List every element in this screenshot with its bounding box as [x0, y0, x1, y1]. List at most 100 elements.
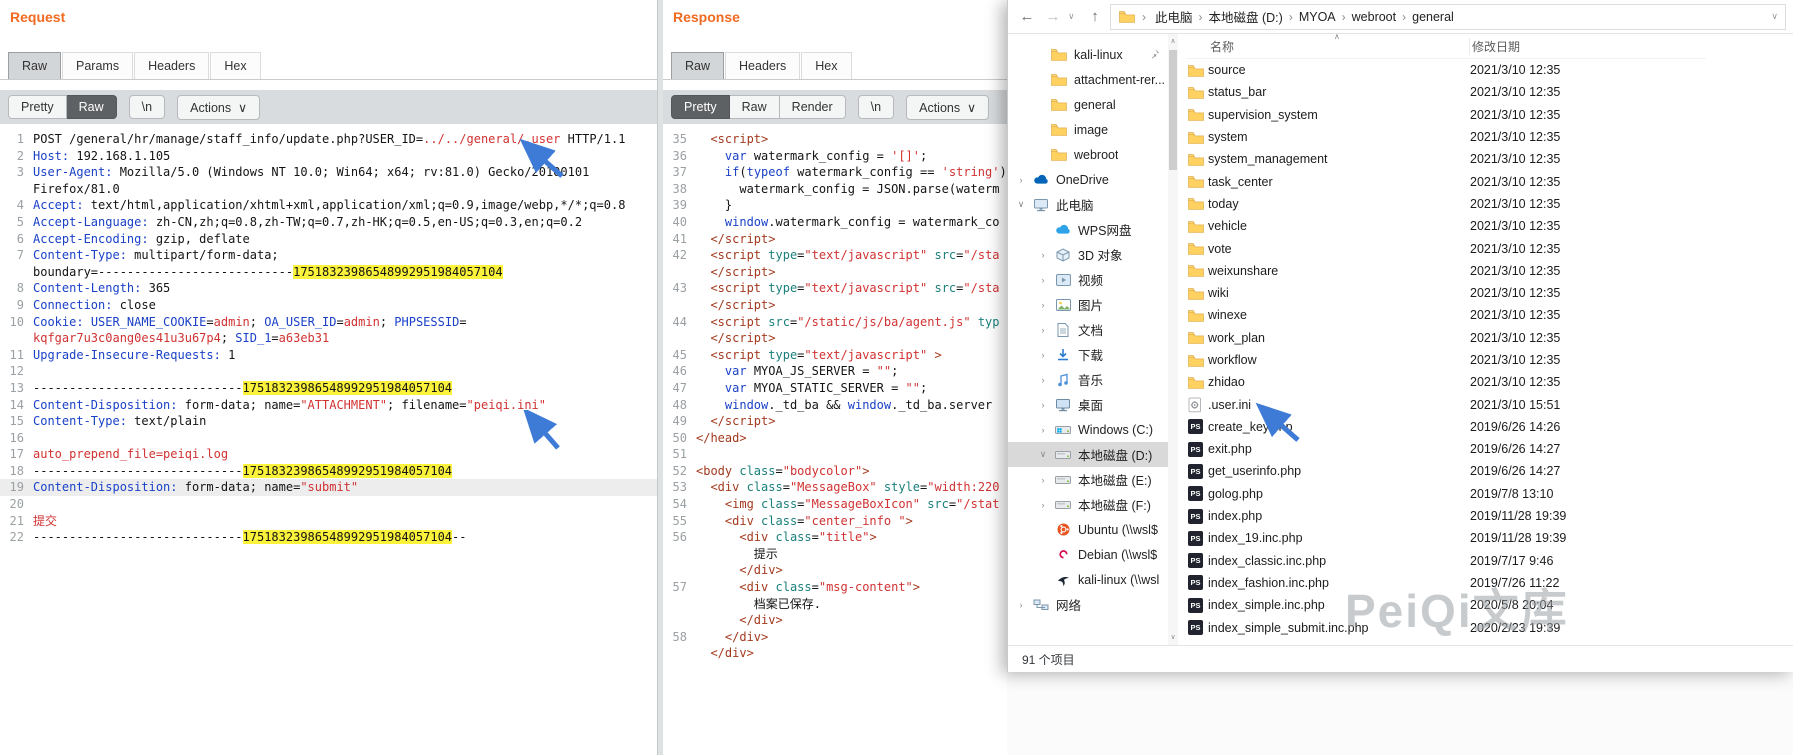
file-row[interactable]: PSindex_fashion.inc.php2019/7/26 11:22: [1186, 572, 1706, 594]
sidebar-item[interactable]: Debian (\\wsl$: [1008, 542, 1168, 567]
expander-icon[interactable]: ›: [1038, 475, 1048, 485]
file-row[interactable]: PScreate_key.php2019/6/26 14:26: [1186, 416, 1706, 438]
file-row[interactable]: today2021/3/10 12:35: [1186, 193, 1706, 215]
expander-icon[interactable]: ›: [1038, 325, 1048, 335]
sidebar-item[interactable]: ›文档: [1008, 317, 1168, 342]
sidebar-item[interactable]: image: [1008, 117, 1168, 142]
column-header-name[interactable]: 名称: [1186, 38, 1470, 55]
file-row[interactable]: PSindex_19.inc.php2019/11/28 19:39: [1186, 527, 1706, 549]
btn-raw[interactable]: Raw: [67, 95, 117, 119]
sidebar-item[interactable]: ›3D 对象: [1008, 242, 1168, 267]
file-row[interactable]: .user.ini2021/3/10 15:51: [1186, 393, 1706, 415]
sidebar-item[interactable]: kali-linux (\\wsl: [1008, 567, 1168, 592]
sidebar-item[interactable]: ›网络: [1008, 592, 1168, 617]
file-row[interactable]: PSexit.php2019/6/26 14:27: [1186, 438, 1706, 460]
file-row[interactable]: PSindex_simple.inc.php2020/5/8 20:04: [1186, 594, 1706, 616]
btn-pretty[interactable]: Pretty: [671, 95, 730, 119]
sidebar-item[interactable]: ›Windows (C:): [1008, 417, 1168, 442]
sidebar-item[interactable]: ›视频: [1008, 267, 1168, 292]
expander-icon[interactable]: ›: [1016, 600, 1026, 610]
line-number: 39: [663, 197, 696, 214]
file-row[interactable]: PSget_userinfo.php2019/6/26 14:27: [1186, 460, 1706, 482]
address-bar[interactable]: › 此电脑›本地磁盘 (D:)›MYOA›webroot›general ∨: [1110, 4, 1786, 30]
file-row[interactable]: system_management2021/3/10 12:35: [1186, 148, 1706, 170]
breadcrumb-item[interactable]: 此电脑: [1152, 7, 1196, 26]
scrollbar-thumb[interactable]: [1169, 50, 1177, 170]
file-row[interactable]: weixunshare2021/3/10 12:35: [1186, 260, 1706, 282]
file-row[interactable]: vehicle2021/3/10 12:35: [1186, 215, 1706, 237]
file-row[interactable]: supervision_system2021/3/10 12:35: [1186, 104, 1706, 126]
btn-newline[interactable]: \n: [858, 95, 894, 119]
tab-raw[interactable]: Raw: [671, 52, 724, 79]
sidebar-item[interactable]: WPS网盘: [1008, 217, 1168, 242]
file-row[interactable]: PSindex_simple_submit.inc.php2020/2/23 1…: [1186, 616, 1706, 638]
sidebar-item[interactable]: kali-linux: [1008, 42, 1168, 67]
expander-icon[interactable]: ›: [1038, 500, 1048, 510]
expander-icon[interactable]: ∨: [1016, 199, 1026, 210]
scroll-down-icon[interactable]: ∨: [1168, 632, 1178, 644]
file-row[interactable]: PSindex.php2019/11/28 19:39: [1186, 505, 1706, 527]
sidebar-item[interactable]: webroot: [1008, 142, 1168, 167]
up-icon[interactable]: ↑: [1084, 8, 1106, 25]
request-editor[interactable]: 1POST /general/hr/manage/staff_info/upda…: [0, 124, 657, 755]
sidebar-item[interactable]: Ubuntu (\\wsl$: [1008, 517, 1168, 542]
column-header-date[interactable]: 修改日期: [1470, 38, 1706, 55]
sidebar-item[interactable]: ∨本地磁盘 (D:): [1008, 442, 1168, 467]
expander-icon[interactable]: ›: [1038, 250, 1048, 260]
tab-headers[interactable]: Headers: [134, 52, 209, 79]
breadcrumb-item[interactable]: webroot: [1349, 10, 1399, 24]
btn-actions[interactable]: Actions ∨: [906, 95, 989, 120]
expander-icon[interactable]: ›: [1038, 375, 1048, 385]
tab-params[interactable]: Params: [62, 52, 133, 79]
file-row[interactable]: zhidao2021/3/10 12:35: [1186, 371, 1706, 393]
btn-newline[interactable]: \n: [129, 95, 165, 119]
sidebar-item[interactable]: general: [1008, 92, 1168, 117]
line-number: 9: [0, 297, 33, 314]
tab-hex[interactable]: Hex: [801, 52, 851, 79]
breadcrumb-item[interactable]: MYOA: [1296, 10, 1339, 24]
forward-icon[interactable]: →: [1042, 8, 1064, 25]
sidebar-item[interactable]: ›本地磁盘 (F:): [1008, 492, 1168, 517]
history-dropdown-icon[interactable]: ∨: [1068, 11, 1080, 22]
sidebar-item[interactable]: ›音乐: [1008, 367, 1168, 392]
expander-icon[interactable]: ›: [1038, 300, 1048, 310]
file-row[interactable]: task_center2021/3/10 12:35: [1186, 170, 1706, 192]
sidebar-scrollbar[interactable]: ∧ ∨: [1168, 34, 1178, 646]
expander-icon[interactable]: ›: [1038, 275, 1048, 285]
btn-raw[interactable]: Raw: [730, 95, 780, 119]
breadcrumb-item[interactable]: 本地磁盘 (D:): [1206, 7, 1286, 26]
file-row[interactable]: status_bar2021/3/10 12:35: [1186, 81, 1706, 103]
file-row[interactable]: PSgolog.php2019/7/8 13:10: [1186, 483, 1706, 505]
expander-icon[interactable]: ›: [1016, 175, 1026, 185]
response-editor[interactable]: 35 <script>36 var watermark_config = '[]…: [663, 124, 1007, 755]
breadcrumb-item[interactable]: general: [1409, 10, 1457, 24]
btn-render[interactable]: Render: [780, 95, 846, 119]
file-row[interactable]: winexe2021/3/10 12:35: [1186, 304, 1706, 326]
btn-pretty[interactable]: Pretty: [8, 95, 67, 119]
file-row[interactable]: workflow2021/3/10 12:35: [1186, 349, 1706, 371]
sidebar-item[interactable]: ›桌面: [1008, 392, 1168, 417]
file-row[interactable]: work_plan2021/3/10 12:35: [1186, 327, 1706, 349]
expander-icon[interactable]: ›: [1038, 350, 1048, 360]
sidebar-item[interactable]: attachment-rer...: [1008, 67, 1168, 92]
file-row[interactable]: system2021/3/10 12:35: [1186, 126, 1706, 148]
tab-raw[interactable]: Raw: [8, 52, 61, 79]
expander-icon[interactable]: ∨: [1038, 449, 1048, 460]
sidebar-item[interactable]: ›本地磁盘 (E:): [1008, 467, 1168, 492]
btn-actions[interactable]: Actions ∨: [177, 95, 260, 120]
expander-icon[interactable]: ›: [1038, 425, 1048, 435]
sidebar-item[interactable]: ›OneDrive: [1008, 167, 1168, 192]
sidebar-item[interactable]: ›图片: [1008, 292, 1168, 317]
tab-hex[interactable]: Hex: [210, 52, 260, 79]
file-row[interactable]: PSindex_classic.inc.php2019/7/17 9:46: [1186, 550, 1706, 572]
address-dropdown-icon[interactable]: ∨: [1771, 11, 1778, 22]
file-row[interactable]: source2021/3/10 12:35: [1186, 59, 1706, 81]
back-icon[interactable]: ←: [1016, 8, 1038, 25]
file-row[interactable]: wiki2021/3/10 12:35: [1186, 282, 1706, 304]
file-row[interactable]: vote2021/3/10 12:35: [1186, 237, 1706, 259]
tab-headers[interactable]: Headers: [725, 52, 800, 79]
scroll-up-icon[interactable]: ∧: [1168, 36, 1178, 48]
sidebar-item[interactable]: ›下载: [1008, 342, 1168, 367]
sidebar-item[interactable]: ∨此电脑: [1008, 192, 1168, 217]
expander-icon[interactable]: ›: [1038, 400, 1048, 410]
